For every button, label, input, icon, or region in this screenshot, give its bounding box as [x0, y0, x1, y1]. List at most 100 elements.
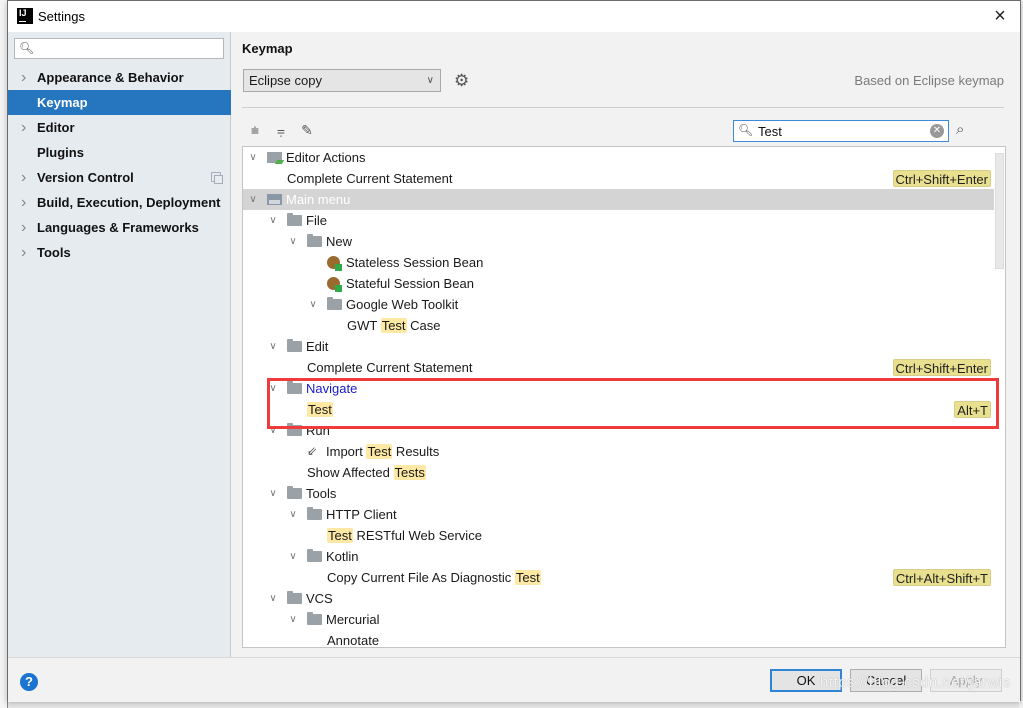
keymap-panel: Keymap Eclipse copy ∨ ⚙ Based on Eclipse… — [232, 32, 1020, 657]
find-shortcut-icon[interactable]: ⌕ — [956, 121, 964, 138]
tree-row[interactable]: ∨ Tools — [243, 483, 993, 504]
search-match-highlight: Test — [307, 402, 333, 417]
sidebar-search-input[interactable] — [37, 40, 219, 57]
tree-row[interactable]: Test Alt+T — [243, 399, 993, 420]
clear-search-icon[interactable]: ✕ — [930, 124, 944, 138]
ok-button[interactable]: OK — [770, 669, 842, 692]
dialog-footer: ? OK Cancel Apply — [8, 657, 1020, 702]
tree-row[interactable]: ∨ Edit — [243, 336, 993, 357]
action-label: New — [326, 231, 352, 252]
chevron-down-icon[interactable]: ∨ — [267, 336, 279, 357]
cancel-button[interactable]: Cancel — [850, 669, 922, 692]
sidebar-item-label: Keymap — [37, 95, 88, 110]
chevron-right-icon[interactable]: › — [21, 165, 26, 190]
tree-row[interactable]: ∨ File — [243, 210, 993, 231]
action-label-text: Complete Current Statement — [307, 360, 473, 375]
action-label-text: Tools — [306, 486, 337, 501]
chevron-down-icon[interactable]: ∨ — [247, 189, 259, 210]
action-label: Mercurial — [326, 609, 379, 630]
tree-row[interactable]: ∨ Navigate — [243, 378, 993, 399]
sidebar-item-version-control[interactable]: › Version Control — [8, 165, 231, 190]
sidebar-item-editor[interactable]: › Editor — [8, 115, 231, 140]
gear-icon[interactable]: ⚙ — [454, 71, 469, 91]
tree-row[interactable]: ∨ Kotlin — [243, 546, 993, 567]
chevron-down-icon[interactable]: ∨ — [267, 588, 279, 609]
action-label: Run — [306, 420, 330, 441]
scrollbar-thumb[interactable] — [995, 153, 1004, 269]
tree-row[interactable]: Test RESTful Web Service — [243, 525, 993, 546]
tree-row[interactable]: ∨ Main menu — [243, 189, 1005, 210]
tree-row[interactable]: ∨ Mercurial — [243, 609, 993, 630]
tree-row[interactable]: GWT Test Case — [243, 315, 993, 336]
action-label-text: Case — [406, 318, 441, 333]
tree-row[interactable]: ⇙ Import Test Results — [243, 441, 993, 462]
chevron-right-icon[interactable]: › — [21, 240, 26, 265]
chevron-down-icon[interactable]: ∨ — [247, 147, 259, 168]
tree-row[interactable]: ∨ Editor Actions — [243, 147, 993, 168]
keymap-action-tree: ∨ Editor Actions Complete Current Statemen… — [242, 146, 1006, 648]
tree-row[interactable]: Stateful Session Bean — [243, 273, 993, 294]
action-search-field[interactable]: 🔍︎ ✕ — [733, 120, 949, 142]
help-icon[interactable]: ? — [20, 673, 38, 691]
tree-row[interactable]: Stateless Session Bean — [243, 252, 993, 273]
sidebar-item-build-execution-deployment[interactable]: › Build, Execution, Deployment — [8, 190, 231, 215]
chevron-down-icon[interactable]: ∨ — [267, 420, 279, 441]
chevron-right-icon[interactable]: › — [21, 65, 26, 90]
apply-button[interactable]: Apply — [930, 669, 1002, 692]
keymap-scheme-value: Eclipse copy — [249, 73, 322, 88]
tree-row[interactable]: ∨ New — [243, 231, 993, 252]
chevron-down-icon[interactable]: ∨ — [287, 231, 299, 252]
expand-all-icon[interactable]: ⩧ — [246, 121, 264, 139]
action-label: Complete Current Statement — [307, 357, 472, 378]
sidebar-item-appearance-behavior[interactable]: › Appearance & Behavior — [8, 65, 231, 90]
tree-row[interactable]: ∨ VCS — [243, 588, 993, 609]
folder-icon — [307, 612, 322, 625]
action-label: Import Test Results — [326, 441, 439, 462]
chevron-down-icon[interactable]: ∨ — [267, 210, 279, 231]
chevron-right-icon[interactable]: › — [21, 215, 26, 240]
chevron-down-icon[interactable]: ∨ — [307, 294, 319, 315]
close-icon[interactable]: × — [988, 5, 1012, 27]
action-label-text: Show Affected — [307, 465, 394, 480]
chevron-down-icon[interactable]: ∨ — [267, 378, 279, 399]
action-label-text: Annotate — [327, 633, 380, 648]
search-icon: 🔍︎ — [19, 41, 35, 55]
action-label: Stateless Session Bean — [346, 252, 483, 273]
vertical-scrollbar[interactable] — [994, 147, 1005, 647]
folder-icon — [287, 423, 302, 436]
tree-row[interactable]: Copy Current File As Diagnostic Test Ctrl… — [243, 567, 993, 588]
chevron-down-icon[interactable]: ∨ — [287, 609, 299, 630]
tree-row[interactable]: Show Affected Tests — [243, 462, 993, 483]
sidebar-item-label: Tools — [37, 245, 71, 260]
action-search-input[interactable] — [758, 122, 918, 140]
tree-row[interactable]: ∨ Google Web Toolkit — [243, 294, 993, 315]
chevron-down-icon[interactable]: ∨ — [267, 483, 279, 504]
action-label: Stateful Session Bean — [346, 273, 474, 294]
sidebar-item-plugins[interactable]: Plugins — [8, 140, 231, 165]
shortcut-badge: Ctrl+Alt+Shift+T — [892, 569, 991, 586]
tree-row[interactable]: Complete Current Statement Ctrl+Shift+Ent… — [243, 357, 993, 378]
sidebar-search[interactable]: 🔍︎ — [14, 38, 224, 59]
tree-row[interactable]: ∨ HTTP Client — [243, 504, 993, 525]
tree-row[interactable]: ∨ Run — [243, 420, 993, 441]
action-label-text: Copy Current File As Diagnostic — [327, 570, 515, 585]
chevron-right-icon[interactable]: › — [21, 190, 26, 215]
folder-icon — [287, 591, 302, 604]
chevron-right-icon[interactable]: › — [21, 115, 26, 140]
keymap-scheme-select[interactable]: Eclipse copy ∨ — [243, 69, 441, 92]
sidebar-item-tools[interactable]: › Tools — [8, 240, 231, 265]
search-icon: 🔍︎ — [738, 123, 754, 137]
settings-sidebar: 🔍︎ › Appearance & Behavior Keymap › Editor Pl… — [8, 32, 231, 657]
tree-row[interactable]: Complete Current Statement Ctrl+Shift+Ent… — [243, 168, 993, 189]
chevron-down-icon[interactable]: ∨ — [287, 504, 299, 525]
action-label-text: Main menu — [286, 192, 351, 207]
edit-icon[interactable]: ✎ — [298, 121, 316, 139]
chevron-down-icon[interactable]: ∨ — [287, 546, 299, 567]
sidebar-item-languages-frameworks[interactable]: › Languages & Frameworks — [8, 215, 231, 240]
action-label: Complete Current Statement — [287, 168, 452, 189]
action-label-text: Results — [392, 444, 440, 459]
collapse-all-icon[interactable]: ⩦ — [272, 121, 290, 139]
sidebar-item-keymap[interactable]: Keymap — [8, 90, 231, 115]
sidebar-item-label: Languages & Frameworks — [37, 220, 199, 235]
tree-row[interactable]: Annotate — [243, 630, 993, 648]
